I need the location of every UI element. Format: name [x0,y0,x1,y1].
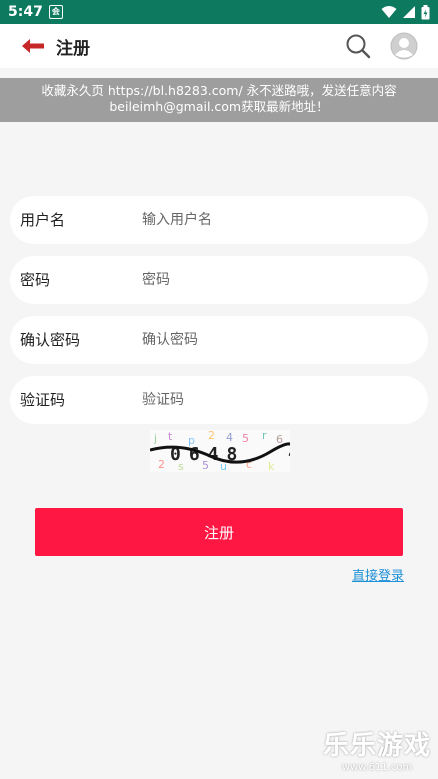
username-field: 用户名 [10,196,428,244]
password-input[interactable] [142,268,412,292]
username-input[interactable] [142,208,412,232]
notice-banner: 收藏永久页 https://bl.h8283.com/ 永不迷路哦，发送任意内容… [0,78,438,122]
confirm-password-field: 确认密码 [10,316,428,364]
back-arrow-icon[interactable] [20,36,46,56]
confirm-password-label: 确认密码 [20,331,81,349]
svg-text:6: 6 [276,433,283,446]
svg-text:2: 2 [208,430,215,442]
captcha-input[interactable] [142,388,412,412]
svg-text:2: 2 [158,458,165,471]
status-icons [381,4,430,20]
user-avatar-icon[interactable] [390,32,418,60]
register-button[interactable]: 注册 [35,508,403,556]
svg-text:t: t [168,430,173,443]
watermark: 乐乐游戏 www.611.com [318,730,436,778]
signal-icon [403,6,415,18]
status-time: 5:47 [8,4,43,20]
app-header: 注册 [0,24,438,68]
notice-line-1: 收藏永久页 https://bl.h8283.com/ 永不迷路哦，发送任意内容 [41,83,397,98]
captcha-label: 验证码 [20,391,66,409]
direct-login-link[interactable]: 直接登录 [352,565,404,584]
captcha-image[interactable]: j t p 2 4 5 r 6 2 s 5 u c k 0648 [150,430,290,472]
notice-line-2: beileimh@gmail.com获取最新地址！ [109,99,329,114]
password-label: 密码 [20,271,51,289]
page-title: 注册 [56,39,90,59]
wifi-icon [381,6,397,18]
svg-text:j: j [153,432,157,445]
confirm-password-input[interactable] [142,328,412,352]
status-bar: 5:47 会 [0,0,438,24]
svg-text:k: k [268,460,275,472]
username-label: 用户名 [20,211,66,229]
captcha-field: 验证码 [10,376,428,424]
app-notification-icon: 会 [48,5,63,19]
watermark-text: 乐乐游戏 [322,731,431,761]
watermark-url: www.611.com [341,762,413,773]
svg-text:r: r [262,430,267,442]
password-field: 密码 [10,256,428,304]
svg-text:4: 4 [226,431,233,444]
search-icon[interactable] [344,32,372,60]
battery-icon [421,4,430,19]
